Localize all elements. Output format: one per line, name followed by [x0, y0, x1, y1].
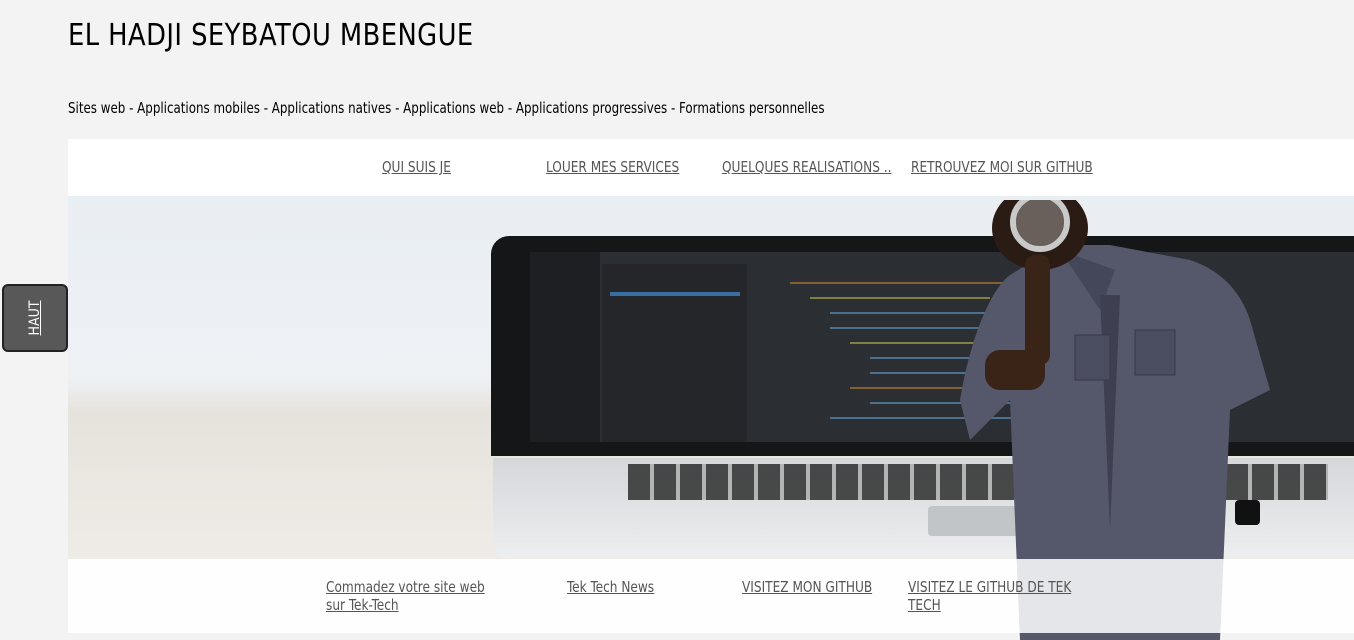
nav-link-github[interactable]: RETROUVEZ MOI SUR GITHUB: [911, 158, 1093, 176]
site-title: EL HADJI SEYBATOU MBENGUE: [68, 18, 474, 53]
main-nav: QUI SUIS JE LOUER MES SERVICES QUELQUES …: [68, 139, 1354, 196]
footer-link-tek-tech-news[interactable]: Tek Tech News: [567, 578, 654, 596]
footer-link-tek-tech-order[interactable]: Commadez votre site web sur Tek-Tech: [326, 578, 497, 614]
nav-link-qui-suis-je[interactable]: QUI SUIS JE: [382, 158, 451, 176]
nav-link-quelques-realisations[interactable]: QUELQUES REALISATIONS ..: [722, 158, 891, 176]
footer-link-my-github[interactable]: VISITEZ MON GITHUB: [742, 578, 872, 596]
nav-link-louer-mes-services[interactable]: LOUER MES SERVICES: [546, 158, 679, 176]
scroll-to-top-button[interactable]: HAUT: [2, 284, 68, 352]
scroll-to-top-label: HAUT: [27, 300, 43, 336]
footer-links: Commadez votre site web sur Tek-Tech Tek…: [68, 559, 1354, 633]
footer-link-tek-tech-github[interactable]: VISITEZ LE GITHUB DE TEK TECH: [908, 578, 1079, 614]
tagline: Sites web - Applications mobiles - Appli…: [68, 99, 825, 117]
